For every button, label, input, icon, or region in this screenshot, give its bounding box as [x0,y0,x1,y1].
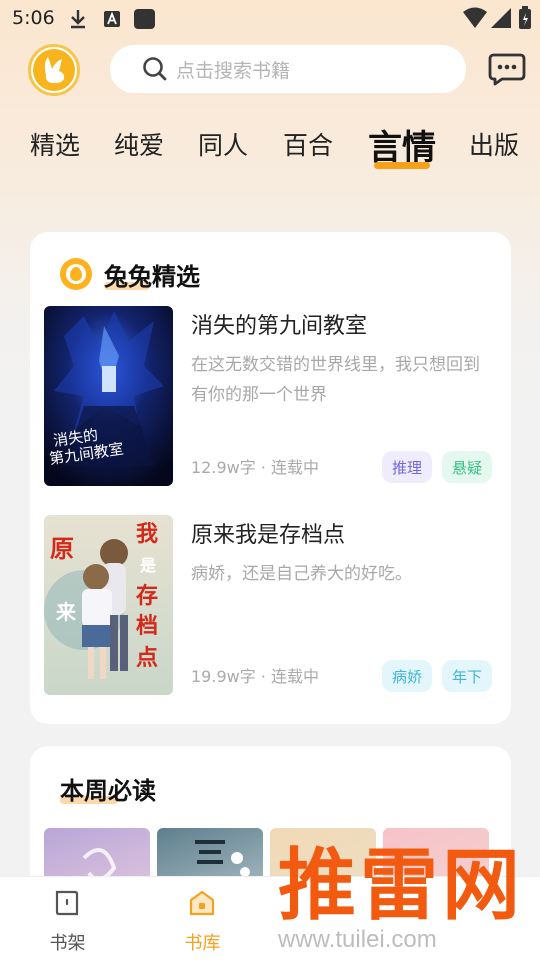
svg-text:是: 是 [139,556,156,575]
book-description: 在这无数交错的世界线里，我只想回到有你的那一个世界 [191,355,480,405]
app-icon [134,9,155,29]
section-header: 兔兔精选 [60,254,200,294]
battery-icon [519,6,531,29]
svg-text:原: 原 [50,535,74,563]
message-icon[interactable] [488,52,526,86]
status-time: 5:06 [12,7,55,29]
svg-text:档: 档 [136,614,158,639]
font-icon [104,11,120,27]
category-tabs: 精选 纯爱 同人 百合 言情 出版 [0,120,540,180]
tab-tongren[interactable]: 同人 [198,126,248,162]
section-title: 本周必读 [60,776,156,805]
tab-chunai[interactable]: 纯爱 [114,126,164,162]
svg-text:我: 我 [136,522,158,547]
book-cover[interactable]: 消失的 第九间教室 [44,306,173,486]
download-icon [71,10,85,29]
signal-icon [491,8,511,28]
tag-xuanyi[interactable]: 悬疑 [442,451,493,483]
avatar[interactable] [28,44,80,96]
book-meta: 19.9w字 · 连载中 [191,667,319,686]
book-icon [55,890,79,916]
book-description: 病娇，还是自己养大的好吃。 [191,564,412,584]
book-title[interactable]: 消失的第九间教室 [191,308,367,340]
wifi-icon [463,7,487,28]
svg-text:来: 来 [55,600,77,624]
watermark-url: www.tuilei.com [278,926,437,953]
library-icon [189,890,215,916]
flame-icon [60,258,92,290]
tag-nianxia[interactable]: 年下 [442,660,493,692]
tab-jingxuan[interactable]: 精选 [30,126,80,162]
rabbit-logo-icon [33,49,75,91]
status-bar: 5:06 [0,0,540,36]
featured-section: 兔兔精选 消失的 第九间教室 消失的第九间教室 在这无数交错的世界线里，我只想回… [30,232,511,724]
search-input[interactable]: 点击搜索书籍 [110,45,466,93]
watermark: 推雷网 www.tuilei.com [270,838,540,960]
search-placeholder: 点击搜索书籍 [176,59,291,82]
tag-bingjiao[interactable]: 病娇 [382,660,433,692]
watermark-logo: 推雷网 [278,841,525,931]
tab-chuban[interactable]: 出版 [469,126,519,162]
nav-library[interactable]: 书库 [135,877,270,960]
book-title[interactable]: 原来我是存档点 [191,517,345,549]
book-meta: 12.9w字 · 连载中 [191,458,319,477]
section-header: 本周必读 [60,768,156,808]
section-title: 兔兔精选 [104,262,200,291]
svg-text:存: 存 [136,583,158,609]
list-item[interactable]: 原 来 我 是 存 档 点 原来我是存档点 病娇，还是自己养大的好吃。 19.9… [44,515,499,695]
tab-baihe[interactable]: 百合 [283,126,333,162]
search-icon [143,57,167,81]
list-item[interactable]: 消失的 第九间教室 消失的第九间教室 在这无数交错的世界线里，我只想回到有你的那… [44,306,499,486]
svg-text:点: 点 [136,645,158,671]
tag-tuili[interactable]: 推理 [382,451,433,483]
nav-bookshelf[interactable]: 书架 [0,877,135,960]
active-tab-indicator [374,162,430,169]
nav-label: 书架 [49,933,86,954]
book-cover[interactable]: 原 来 我 是 存 档 点 [44,515,173,695]
nav-label: 书库 [184,933,221,954]
